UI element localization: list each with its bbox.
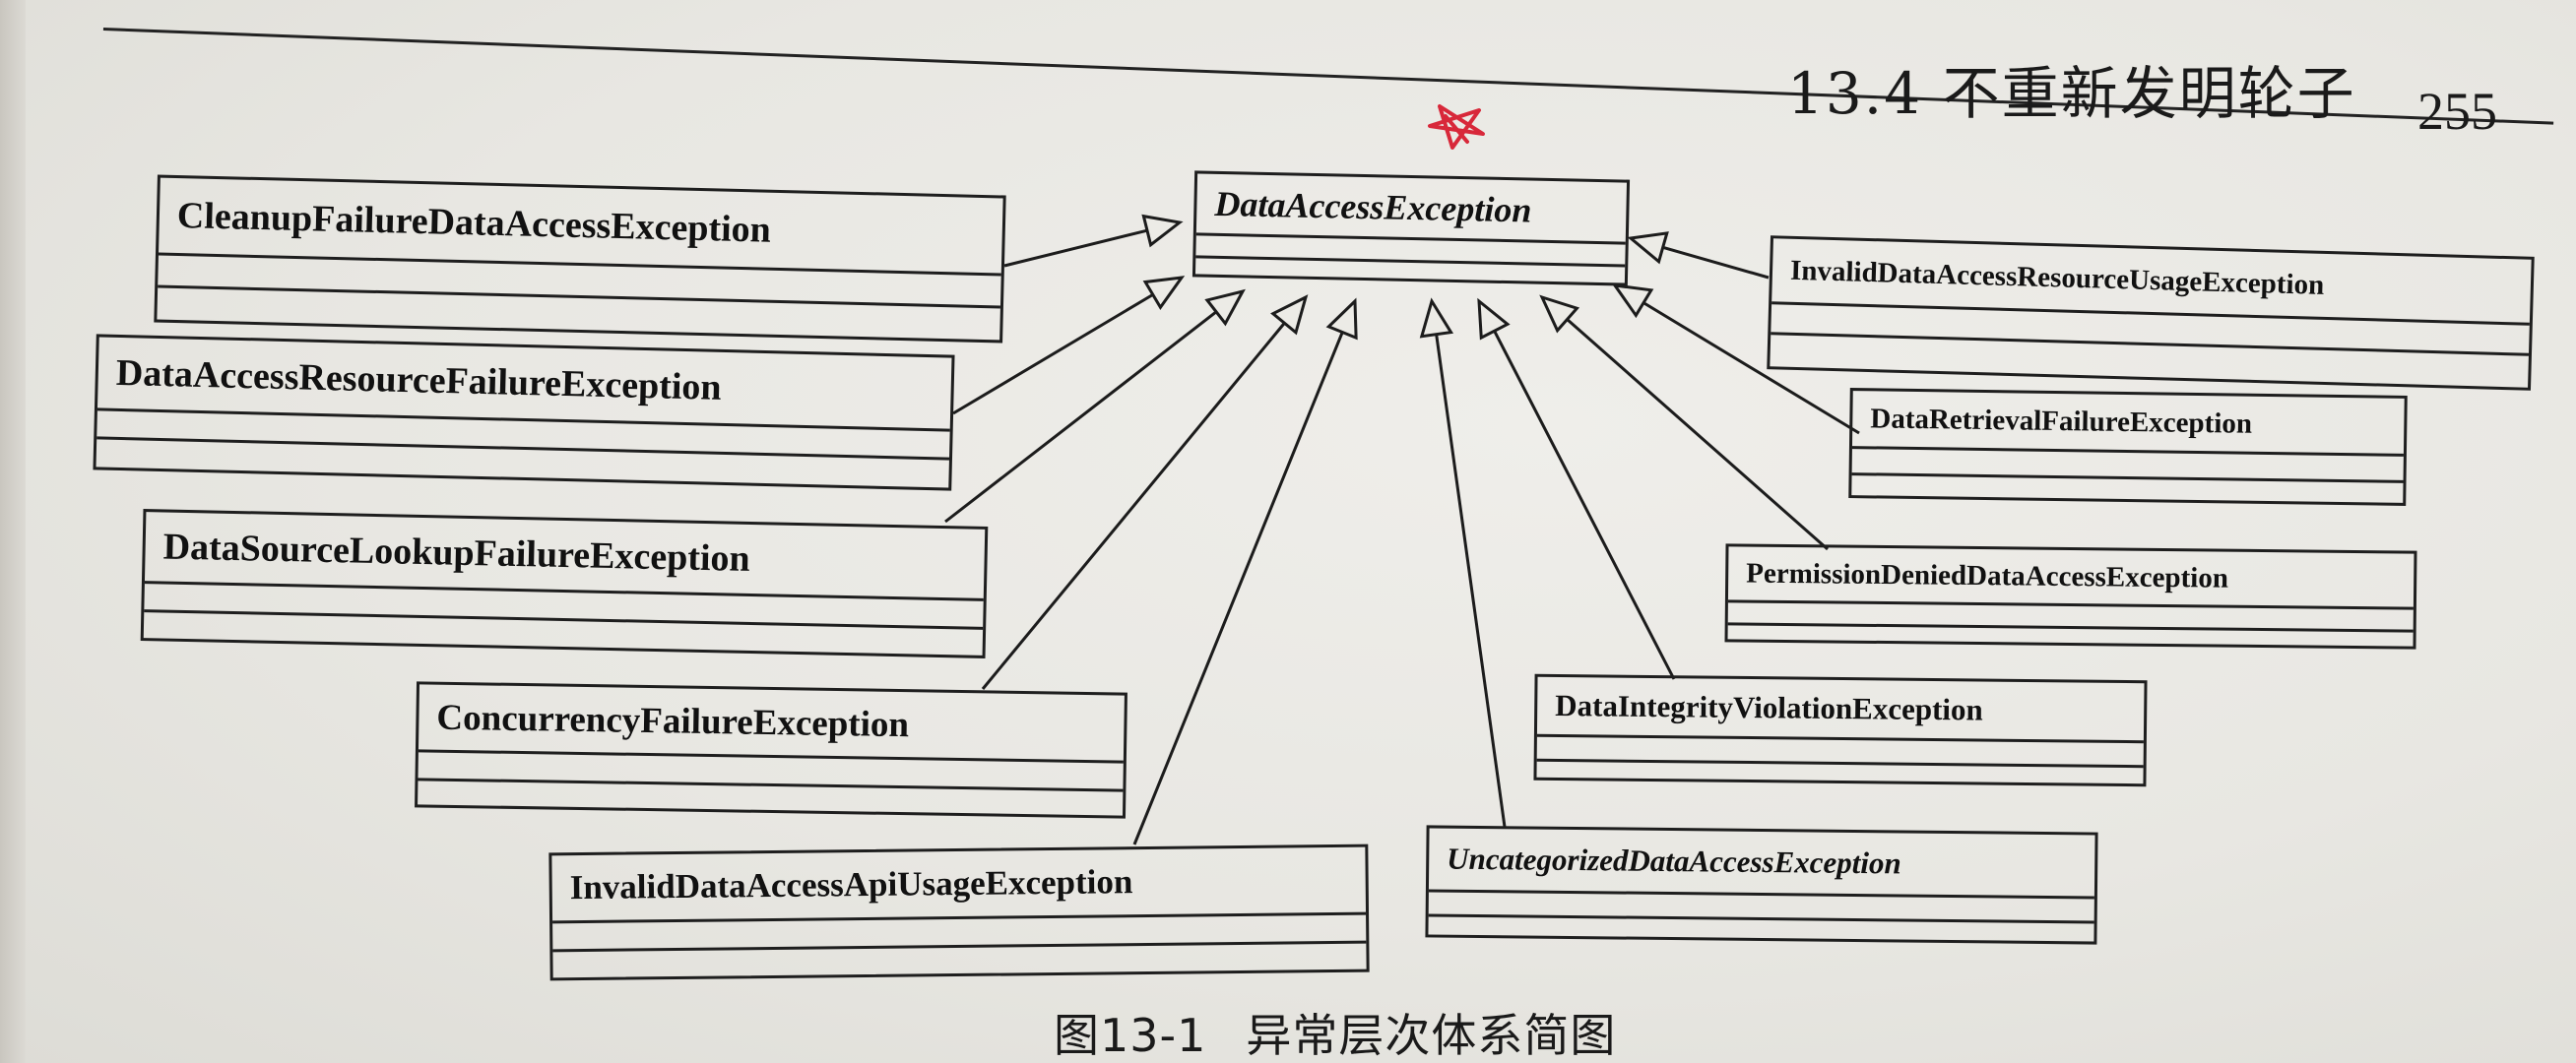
class-data-source-lookup-failure-exception: DataSourceLookupFailureException — [140, 509, 989, 658]
class-name: UncategorizedDataAccessException — [1428, 828, 2095, 900]
inheritance-line-integrity — [1493, 330, 1676, 680]
inheritance-line-uncategorized — [1435, 334, 1507, 828]
inheritance-line-concurrency — [981, 322, 1286, 690]
inheritance-arrowhead-resource-usage — [1627, 231, 1669, 265]
class-name: DataRetrievalFailureException — [1851, 391, 2405, 457]
red-star-annotation-icon — [1428, 104, 1485, 150]
inheritance-arrowhead-resource-failure — [1142, 276, 1186, 311]
class-data-integrity-violation-exception: DataIntegrityViolationException — [1533, 673, 2148, 787]
class-name: ConcurrencyFailureException — [418, 684, 1125, 764]
inheritance-line-datasource-lookup — [944, 310, 1218, 524]
inheritance-arrowhead-integrity — [1477, 297, 1511, 341]
class-data-access-exception: DataAccessException — [1191, 170, 1631, 286]
class-data-retrieval-failure-exception: DataRetrievalFailureException — [1848, 388, 2408, 506]
class-name: DataAccessException — [1195, 173, 1628, 245]
class-name: DataIntegrityViolationException — [1536, 676, 2145, 744]
figure-title: 异常层次体系简图 — [1246, 1009, 1617, 1062]
class-name: PermissionDeniedDataAccessException — [1727, 546, 2415, 610]
inheritance-line-cleanup — [1003, 228, 1148, 268]
inheritance-arrowhead-retrieval — [1611, 283, 1654, 319]
inheritance-arrowhead-permission — [1539, 294, 1580, 334]
inheritance-arrowhead-api-usage — [1325, 297, 1358, 341]
book-page: 13.4 不重新发明轮子 255 DataAccessException Cle… — [0, 0, 2576, 1063]
class-name: InvalidDataAccessApiUsageException — [551, 846, 1367, 924]
class-uncategorized-data-access-exception: UncategorizedDataAccessException — [1425, 825, 2098, 945]
class-invalid-data-access-resource-usage-exception: InvalidDataAccessResourceUsageException — [1767, 235, 2535, 391]
inheritance-arrowhead-datasource-lookup — [1204, 288, 1246, 327]
inheritance-line-resource-usage — [1662, 245, 1770, 280]
inheritance-arrowhead-cleanup — [1141, 214, 1184, 248]
class-data-access-resource-failure-exception: DataAccessResourceFailureException — [93, 334, 955, 491]
inheritance-arrowhead-concurrency — [1270, 294, 1309, 336]
inheritance-arrowhead-uncategorized — [1419, 297, 1454, 339]
class-permission-denied-data-access-exception: PermissionDeniedDataAccessException — [1724, 543, 2417, 650]
figure-caption: 图13-1 异常层次体系简图 — [1054, 1000, 1616, 1063]
class-invalid-data-access-api-usage-exception: InvalidDataAccessApiUsageException — [548, 844, 1370, 981]
class-concurrency-failure-exception: ConcurrencyFailureException — [415, 681, 1127, 819]
figure-label: 图13-1 — [1054, 1009, 1207, 1062]
inheritance-line-api-usage — [1132, 331, 1344, 845]
class-cleanup-failure-data-access-exception: CleanupFailureDataAccessException — [154, 174, 1006, 344]
